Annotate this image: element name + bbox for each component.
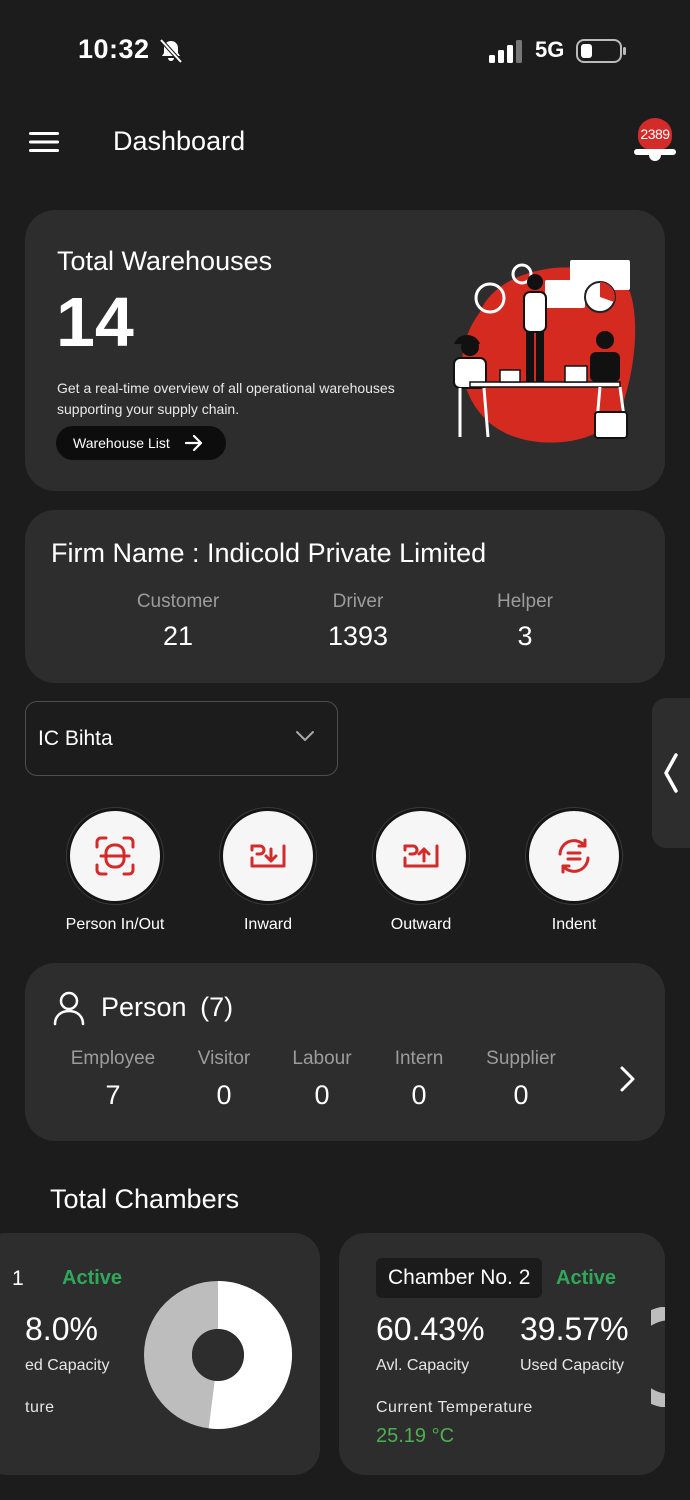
chamber-1-used-pct: 8.0% [25,1311,98,1347]
customer-stat[interactable]: Customer 21 [118,591,238,652]
page-title: Dashboard [113,126,246,156]
chamber-1-donut-chart [144,1281,292,1429]
visitor-stat: Visitor 0 [178,1048,270,1111]
helper-label: Helper [497,591,553,612]
labour-stat: Labour 0 [276,1048,368,1111]
chamber-1-used-label: ed Capacity [25,1357,110,1374]
warehouse-list-label: Warehouse List [73,435,170,451]
inward-label: Inward [243,916,293,933]
labour-count: 0 [314,1080,330,1110]
person-count: (7) [200,992,234,1022]
intern-stat: Intern 0 [373,1048,465,1111]
chamber-1-name: 1 [12,1267,24,1290]
chamber-2-avl-label: Avl. Capacity [376,1357,470,1374]
warehouse-list-button[interactable]: Warehouse List [56,426,226,460]
arrow-right-icon [184,434,202,452]
helper-stat[interactable]: Helper 3 [465,591,585,652]
total-chambers-title: Total Chambers [50,1184,240,1214]
chamber-card-1[interactable]: 1 Active 8.0% ed Capacity ture [0,1233,320,1475]
chamber-1-status: Active [62,1267,123,1289]
chamber-2-name: Chamber No. 2 [376,1258,543,1298]
chamber-2-avl-pct: 60.43% [376,1311,485,1347]
battery-icon [576,39,626,63]
warehouse-select[interactable]: IC Bihta [25,701,338,776]
total-warehouses-label: Total Warehouses [57,246,273,276]
outward-icon [403,844,439,868]
chamber-2-donut-chart [651,1307,665,1407]
chamber-2-temp-label: Current Temperature [376,1399,533,1416]
chevron-left-icon [664,753,678,793]
total-warehouses-count: 14 [56,283,134,361]
chamber-card-2[interactable]: Chamber No. 2 Active 60.43% Avl. Capacit… [339,1233,665,1475]
outward-action[interactable]: Outward [346,808,496,934]
person-icon [53,991,85,1026]
team-meeting-illustration [453,260,636,443]
signal-icon [489,40,522,63]
bell-muted-icon [159,38,183,64]
side-drawer-handle[interactable] [652,698,690,848]
customer-label: Customer [136,591,220,612]
driver-stat[interactable]: Driver 1393 [298,591,418,652]
chamber-2-used-pct: 39.57% [520,1311,629,1347]
helper-count: 3 [517,621,533,651]
indent-label: Indent [551,916,597,933]
status-time: 10:32 [78,34,150,64]
employee-stat: Employee 7 [58,1048,168,1111]
chamber-2-temp-value: 25.19 °C [376,1425,455,1447]
chamber-2-used-label: Used Capacity [520,1357,625,1374]
intern-label: Intern [394,1048,444,1069]
outward-label: Outward [390,916,452,933]
employee-count: 7 [105,1080,121,1110]
warehouses-description: Get a real-time overview of all operatio… [57,380,395,417]
labour-label: Labour [292,1048,352,1069]
chamber-1-temp-label: ture [25,1399,55,1416]
visitor-label: Visitor [197,1048,251,1069]
supplier-stat: Supplier 0 [472,1048,570,1111]
driver-label: Driver [332,591,384,612]
chevron-right-icon[interactable] [614,1064,640,1094]
warehouse-select-value: IC Bihta [38,726,113,750]
inward-action[interactable]: Inward [193,808,343,934]
driver-count: 1393 [327,621,389,651]
scan-person-icon [95,836,135,876]
inward-icon [250,844,286,868]
chamber-2-status: Active [556,1267,617,1289]
supplier-label: Supplier [486,1048,556,1069]
chevron-down-icon [296,731,314,742]
firm-name: Firm Name : Indicold Private Limited [51,538,487,568]
notification-bell-button[interactable]: 2389 [632,116,678,162]
person-title: Person (7) [101,992,234,1022]
supplier-count: 0 [513,1080,529,1110]
hamburger-menu-icon[interactable] [26,124,62,160]
visitor-count: 0 [216,1080,232,1110]
person-in-out-label: Person In/Out [65,916,165,933]
notification-count-badge: 2389 [638,118,672,150]
person-in-out-action[interactable]: Person In/Out [40,808,190,934]
customer-count: 21 [162,621,194,651]
indent-action[interactable]: Indent [499,808,649,934]
employee-label: Employee [70,1048,156,1069]
indent-exchange-icon [558,838,590,874]
intern-count: 0 [411,1080,427,1110]
network-type: 5G [535,37,565,62]
